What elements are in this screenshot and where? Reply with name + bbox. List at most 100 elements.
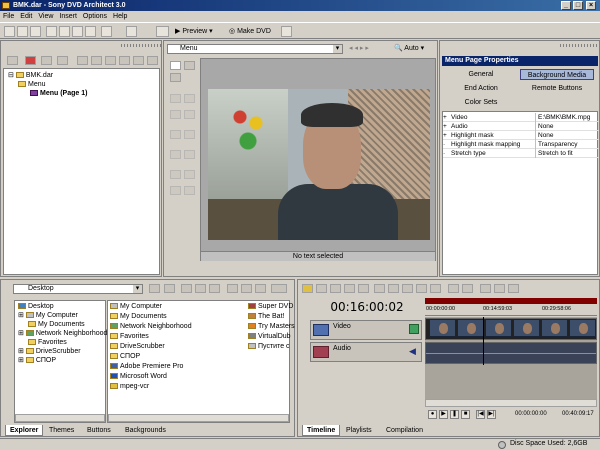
explorer-tree-item[interactable]: ⊞ My Computer — [18, 311, 78, 320]
menu-options[interactable]: Options — [80, 13, 110, 20]
menu-file[interactable]: File — [0, 13, 17, 20]
nav-arrows-icon[interactable]: ◂ ◂ ▸ ▸ — [349, 44, 369, 52]
autopreview-icon[interactable] — [255, 284, 266, 293]
file-item[interactable]: The Bat! — [248, 312, 284, 321]
link-icon[interactable] — [147, 56, 158, 65]
ripple-icon[interactable] — [462, 284, 473, 293]
play-file-icon[interactable] — [227, 284, 238, 293]
file-item[interactable]: Try Masters — [248, 322, 295, 331]
redo-icon[interactable] — [126, 26, 137, 37]
panel-grip[interactable] — [560, 44, 598, 47]
file-item[interactable]: Network Neighborhood — [110, 322, 192, 331]
size-w-icon[interactable] — [170, 150, 181, 159]
tree-root[interactable]: ⊟ BMK.dar — [8, 71, 53, 80]
explorer-path-select[interactable]: Desktop ▾ — [13, 284, 143, 294]
go-start-icon[interactable]: |◀ — [476, 410, 485, 419]
file-item[interactable]: Microsoft Word — [110, 372, 167, 381]
snap-icon[interactable] — [448, 284, 459, 293]
tab-playlists[interactable]: Playlists — [342, 425, 376, 436]
tab-background-media[interactable]: Background Media — [520, 69, 594, 80]
copy-icon[interactable] — [59, 26, 70, 37]
tab-general[interactable]: General — [444, 69, 518, 80]
add-chapter-icon[interactable] — [91, 56, 102, 65]
tree-menu-page[interactable]: Menu (Page 1) — [30, 89, 87, 98]
playhead-cursor[interactable] — [483, 317, 484, 365]
tab-color-sets[interactable]: Color Sets — [444, 97, 518, 108]
arrange-a-icon[interactable] — [170, 186, 181, 195]
distribute-v-icon[interactable] — [184, 170, 195, 179]
video-track-lane[interactable] — [425, 318, 597, 340]
file-item[interactable]: Favorites — [110, 332, 149, 341]
zoom-tool-icon[interactable] — [508, 284, 519, 293]
delete-icon[interactable] — [85, 26, 96, 37]
speaker-icon[interactable]: ◀ — [409, 346, 419, 356]
explorer-tree-item[interactable]: ⊞ DriveScrubber — [18, 347, 81, 356]
paste-icon[interactable] — [72, 26, 83, 37]
timeline-tracks[interactable] — [425, 317, 597, 405]
refresh-icon[interactable] — [164, 284, 175, 293]
explorer-tree-item[interactable]: Favorites — [28, 338, 67, 347]
music-icon[interactable] — [105, 56, 116, 65]
record-icon[interactable]: ● — [428, 410, 437, 419]
prop-row-video[interactable]: + Video E:\BMK\BMK.mpg — [443, 113, 599, 122]
new-icon[interactable] — [4, 26, 15, 37]
explorer-tree-item[interactable]: ⊞ СПОР — [18, 356, 56, 365]
center-v-icon[interactable] — [184, 130, 195, 139]
video-track-header[interactable]: Video — [310, 320, 422, 340]
maximize-button[interactable]: □ — [573, 1, 583, 10]
region-icon[interactable] — [416, 284, 427, 293]
file-item[interactable]: mpeg-vcr — [110, 382, 149, 391]
timeline-hscrollbar[interactable] — [425, 399, 597, 407]
pause-icon[interactable]: ❚ — [450, 410, 459, 419]
tab-timeline[interactable]: Timeline — [302, 425, 341, 436]
scissor-tool-icon[interactable] — [170, 73, 181, 82]
add-title-icon[interactable] — [77, 56, 88, 65]
tab-explorer[interactable]: Explorer — [5, 425, 44, 436]
cut-icon[interactable] — [46, 26, 57, 37]
help-icon[interactable] — [281, 26, 292, 37]
menu-canvas[interactable]: No text selected — [200, 58, 436, 261]
explorer-tree-item[interactable]: Desktop — [18, 302, 54, 311]
copy-clip-icon[interactable] — [330, 284, 341, 293]
add-menu-icon[interactable] — [41, 56, 52, 65]
align-bottom-icon[interactable] — [184, 110, 195, 119]
tab-end-action[interactable]: End Action — [444, 83, 518, 94]
menu-edit[interactable]: Edit — [17, 13, 35, 20]
go-end-icon[interactable]: ▶| — [487, 410, 496, 419]
copy-file-icon[interactable] — [209, 284, 220, 293]
align-top-icon[interactable] — [170, 110, 181, 119]
file-item[interactable]: Пустите с — [248, 342, 290, 351]
align-right-icon[interactable] — [184, 94, 195, 103]
arrange-b-icon[interactable] — [184, 186, 195, 195]
explorer-tree-item[interactable]: My Documents — [28, 320, 85, 329]
cut-file-icon[interactable] — [181, 284, 192, 293]
file-item[interactable]: My Computer — [110, 302, 162, 311]
distribute-h-icon[interactable] — [170, 170, 181, 179]
grid-tool-icon[interactable] — [184, 61, 195, 70]
add-page-icon[interactable] — [57, 56, 68, 65]
delete-clip-icon[interactable] — [358, 284, 369, 293]
size-h-icon[interactable] — [184, 150, 195, 159]
minimize-button[interactable]: _ — [561, 1, 571, 10]
video-icon[interactable] — [133, 56, 144, 65]
tab-compilation[interactable]: Compilation — [382, 425, 427, 436]
trim-icon[interactable] — [374, 284, 385, 293]
audio-track-header[interactable]: Audio ◀ — [310, 342, 422, 362]
tree-menu[interactable]: Menu — [18, 80, 46, 89]
split-icon[interactable] — [388, 284, 399, 293]
file-item[interactable]: My Documents — [110, 312, 167, 321]
list-hscrollbar[interactable] — [108, 414, 289, 422]
menu-select[interactable]: Menu ▾ — [167, 44, 343, 54]
timeline-ruler[interactable]: 00:00:00:00 00:14:59:03 00:29:58:06 — [425, 298, 597, 316]
center-h-icon[interactable] — [170, 130, 181, 139]
slideshow-icon[interactable] — [119, 56, 130, 65]
tab-buttons[interactable]: Buttons — [83, 425, 115, 436]
cut-clip-icon[interactable] — [316, 284, 327, 293]
views-icon[interactable] — [271, 284, 287, 293]
video-track-toggle-icon[interactable] — [409, 324, 419, 334]
file-item[interactable]: Adobe Premiere Pro — [110, 362, 183, 371]
paste-clip-icon[interactable] — [344, 284, 355, 293]
edit-tool-icon[interactable] — [480, 284, 491, 293]
align-left-icon[interactable] — [170, 94, 181, 103]
stop-file-icon[interactable] — [241, 284, 252, 293]
